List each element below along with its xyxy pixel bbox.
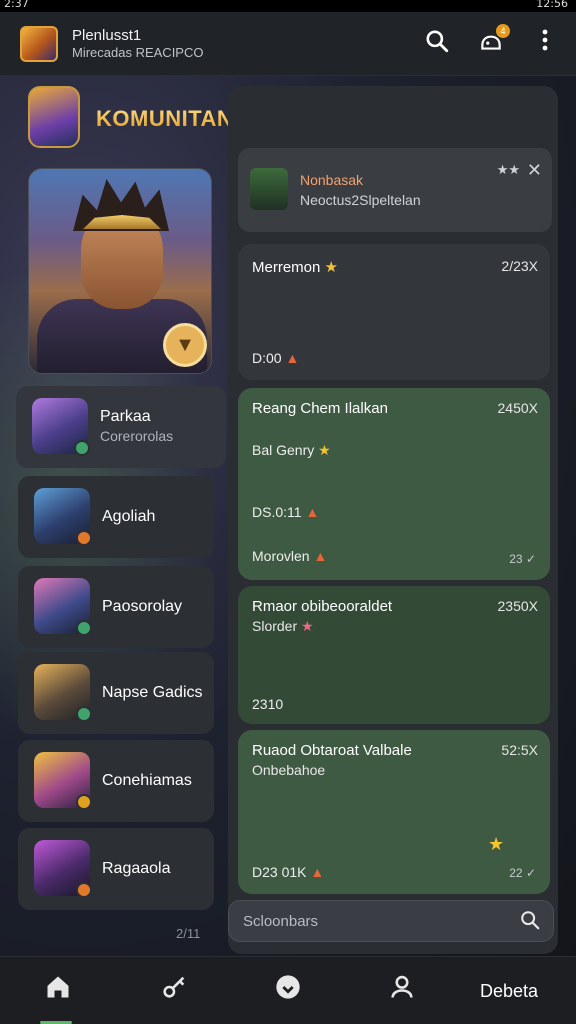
status-dot — [76, 530, 92, 546]
bottom-nav: Debeta — [0, 956, 576, 1024]
chat-panel: Nonbasak Neoctus2Slpeltelan ★★ ✕ Merremo… — [228, 86, 558, 954]
message-card[interactable]: Merremon ★ 2/23X D:00 ▲ — [238, 244, 550, 380]
member-avatar — [34, 664, 92, 722]
notification-badge: 4 — [496, 24, 510, 38]
member-name: Parkaa — [100, 408, 151, 425]
status-dot — [76, 620, 92, 636]
status-dot — [76, 794, 92, 810]
message-amount: 2450X — [497, 400, 538, 416]
left-member-list: ▼ Parkaa Corerorolas Agoliah Paosorolay … — [16, 160, 228, 950]
member-avatar — [32, 398, 90, 456]
key-icon[interactable] — [152, 973, 196, 1009]
flame-icon: ▲ — [310, 864, 325, 880]
status-right: 12:56 — [536, 0, 568, 10]
message-card[interactable]: Rmaor obibeooraldet Slorder ★ 2350X 2310 — [238, 586, 550, 724]
message-subtitle: Onbebahoe — [252, 762, 326, 778]
member-item[interactable]: Agoliah — [18, 476, 214, 558]
status-dot — [74, 440, 90, 456]
message-title: Ruaod Obtaroat Valbale — [252, 742, 412, 759]
member-item[interactable]: Napse Gadics — [18, 652, 214, 734]
star-icon: ★ — [318, 442, 331, 458]
close-icon[interactable]: ✕ — [527, 160, 542, 181]
community-avatar[interactable] — [28, 86, 80, 148]
flame-icon: ▲ — [285, 350, 300, 366]
notification-text: Neoctus2Slpeltelan — [300, 192, 421, 208]
member-name: Conehiamas — [102, 772, 192, 789]
app-bar: Plenlusst1 Mirecadas REACIPCO 4 — [0, 12, 576, 76]
rating-stars-icon: ★★ — [496, 162, 520, 177]
message-title: Rmaor obibeooraldet — [252, 598, 393, 615]
notifications-button[interactable]: 4 — [476, 24, 510, 58]
star-icon: ★ — [301, 618, 314, 634]
member-avatar — [34, 578, 92, 636]
message-title: Merremon ★ — [252, 259, 338, 276]
message-line: DS.0:11 ▲ — [252, 504, 320, 520]
member-name: Ragaaola — [102, 860, 171, 877]
compass-icon[interactable] — [266, 973, 310, 1009]
search-input[interactable] — [243, 901, 503, 941]
message-title: Reang Chem Ilalkan — [252, 400, 388, 417]
status-bar: 2:37 12:56 — [0, 0, 576, 12]
message-line: Morovlen ▲ — [252, 548, 328, 564]
app-subtitle: Mirecadas REACIPCO — [72, 45, 204, 60]
member-item[interactable]: Conehiamas — [18, 740, 214, 822]
status-dot — [76, 706, 92, 722]
member-subtitle: Corerorolas — [100, 428, 174, 444]
message-read-tick: 22 ✓ — [509, 866, 536, 880]
message-subtitle: Slorder ★ — [252, 618, 314, 634]
home-icon[interactable] — [36, 973, 80, 1009]
app-logo-avatar[interactable] — [20, 26, 58, 62]
status-left: 2:37 — [4, 0, 29, 10]
message-time: D:00 ▲ — [252, 350, 300, 366]
list-page-count: 2/11 — [176, 926, 201, 941]
message-card[interactable]: Reang Chem Ilalkan 2450X Bal Genry ★ DS.… — [238, 388, 550, 580]
flame-icon: ▲ — [313, 548, 328, 564]
member-name: Napse Gadics — [102, 684, 203, 701]
more-options-icon[interactable] — [530, 28, 560, 58]
member-item[interactable]: Parkaa Corerorolas — [16, 386, 226, 468]
message-time: D23 01K ▲ — [252, 864, 325, 880]
member-item[interactable]: Ragaaola — [18, 828, 214, 910]
message-line: Bal Genry ★ — [252, 442, 331, 458]
nav-label[interactable]: Debeta — [480, 981, 538, 1002]
star-icon: ★ — [324, 259, 338, 276]
member-avatar — [34, 840, 92, 898]
chat-search-bar — [228, 900, 554, 942]
featured-hero-card[interactable]: ▼ — [28, 168, 212, 374]
member-avatar — [34, 488, 92, 546]
message-amount: 52:5X — [501, 742, 538, 758]
star-icon: ★ — [488, 834, 505, 854]
message-amount: 2/23X — [501, 258, 538, 274]
notification-avatar — [250, 168, 288, 210]
message-card[interactable]: Ruaod Obtaroat Valbale Onbebahoe 52:5X ★… — [238, 730, 550, 894]
search-icon[interactable] — [519, 909, 541, 937]
member-item[interactable]: Paosorolay — [18, 566, 214, 648]
app-title: Plenlusst1 — [72, 27, 142, 44]
message-amount: 2350X — [497, 598, 538, 614]
message-time: 2310 — [252, 696, 284, 712]
notification-title: Nonbasak — [300, 172, 364, 188]
flame-icon: ▲ — [305, 504, 320, 520]
shield-emblem-icon: ▼ — [163, 323, 207, 367]
profile-icon[interactable] — [380, 973, 424, 1009]
member-name: Agoliah — [102, 508, 156, 525]
member-name: Paosorolay — [102, 598, 183, 615]
notification-card[interactable]: Nonbasak Neoctus2Slpeltelan ★★ ✕ — [238, 148, 552, 232]
search-icon[interactable] — [422, 28, 452, 58]
member-avatar — [34, 752, 92, 810]
message-read-tick: 23 ✓ — [509, 552, 536, 566]
status-dot — [76, 882, 92, 898]
